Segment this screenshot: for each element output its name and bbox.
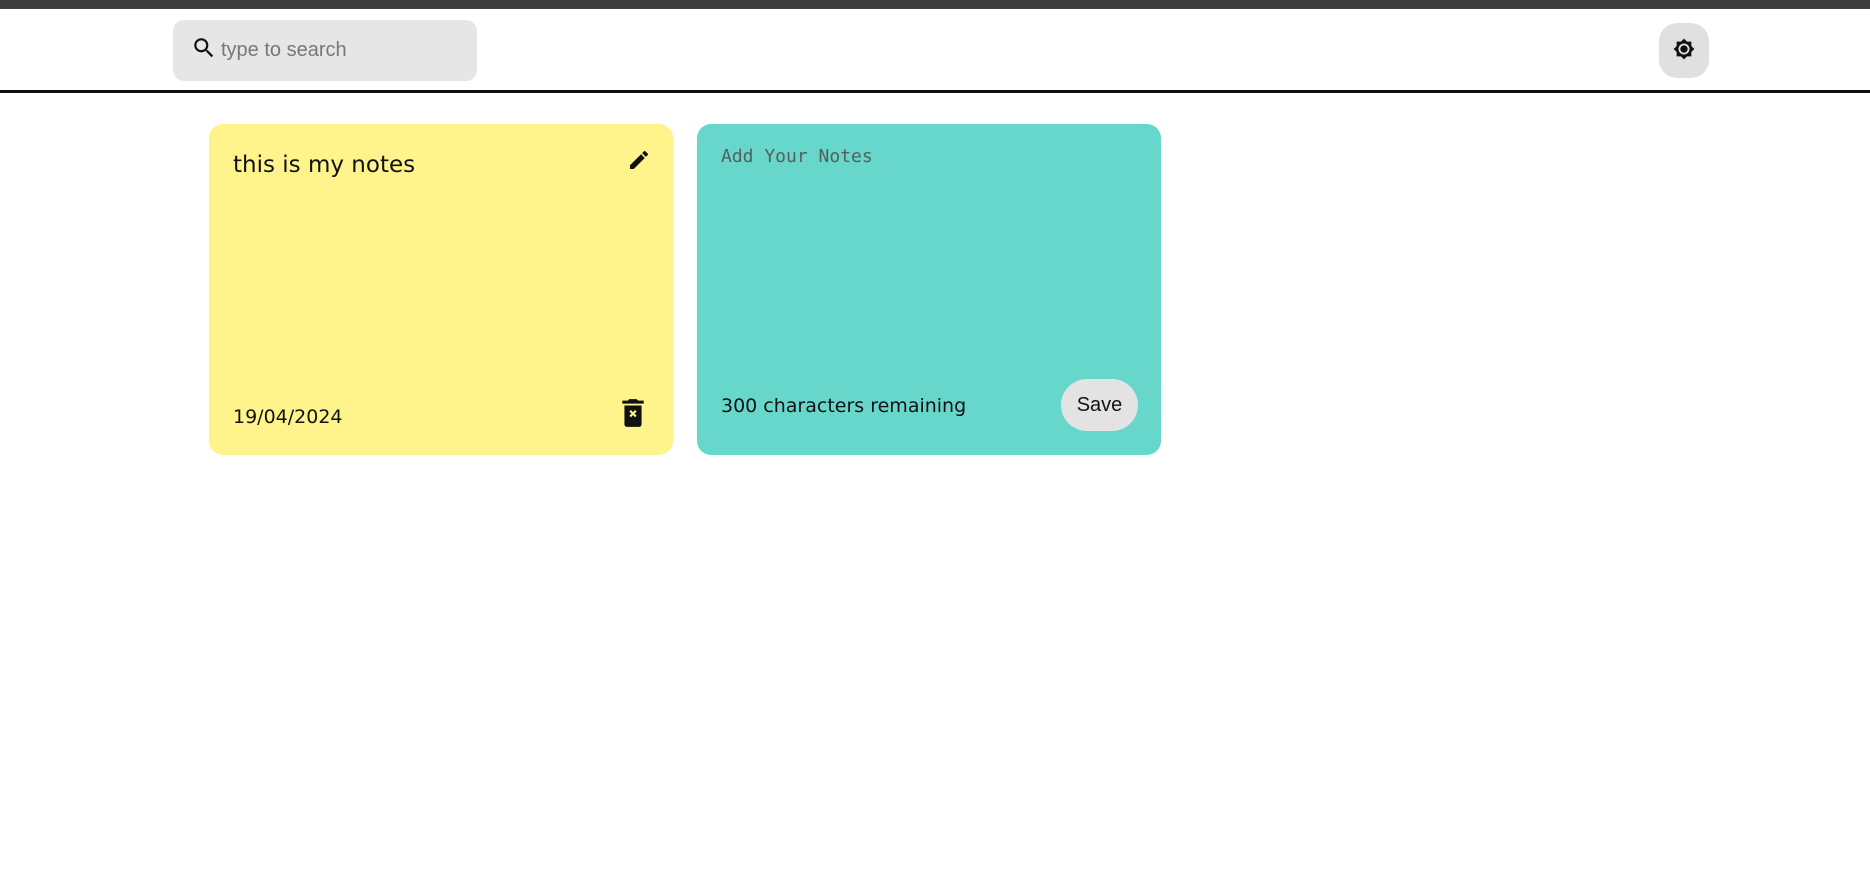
window-top-strip	[0, 0, 1870, 9]
search-input[interactable]	[221, 30, 461, 71]
search-bar[interactable]	[173, 20, 477, 81]
note-date: 19/04/2024	[233, 406, 343, 428]
app-header	[0, 9, 1870, 93]
brightness-icon	[1673, 38, 1695, 63]
search-icon	[191, 35, 217, 66]
new-note-card: 300 characters remaining Save	[697, 124, 1161, 455]
new-note-input[interactable]	[721, 146, 1137, 366]
theme-toggle-button[interactable]	[1659, 23, 1709, 78]
delete-note-button[interactable]	[620, 398, 646, 433]
note-text: this is my notes	[233, 152, 416, 178]
save-button[interactable]: Save	[1061, 379, 1138, 431]
pencil-icon	[627, 148, 651, 177]
characters-remaining: 300 characters remaining	[721, 395, 967, 417]
edit-note-button[interactable]	[625, 148, 653, 176]
note-card: this is my notes 19/04/2024	[209, 124, 673, 455]
trash-icon	[620, 398, 646, 433]
